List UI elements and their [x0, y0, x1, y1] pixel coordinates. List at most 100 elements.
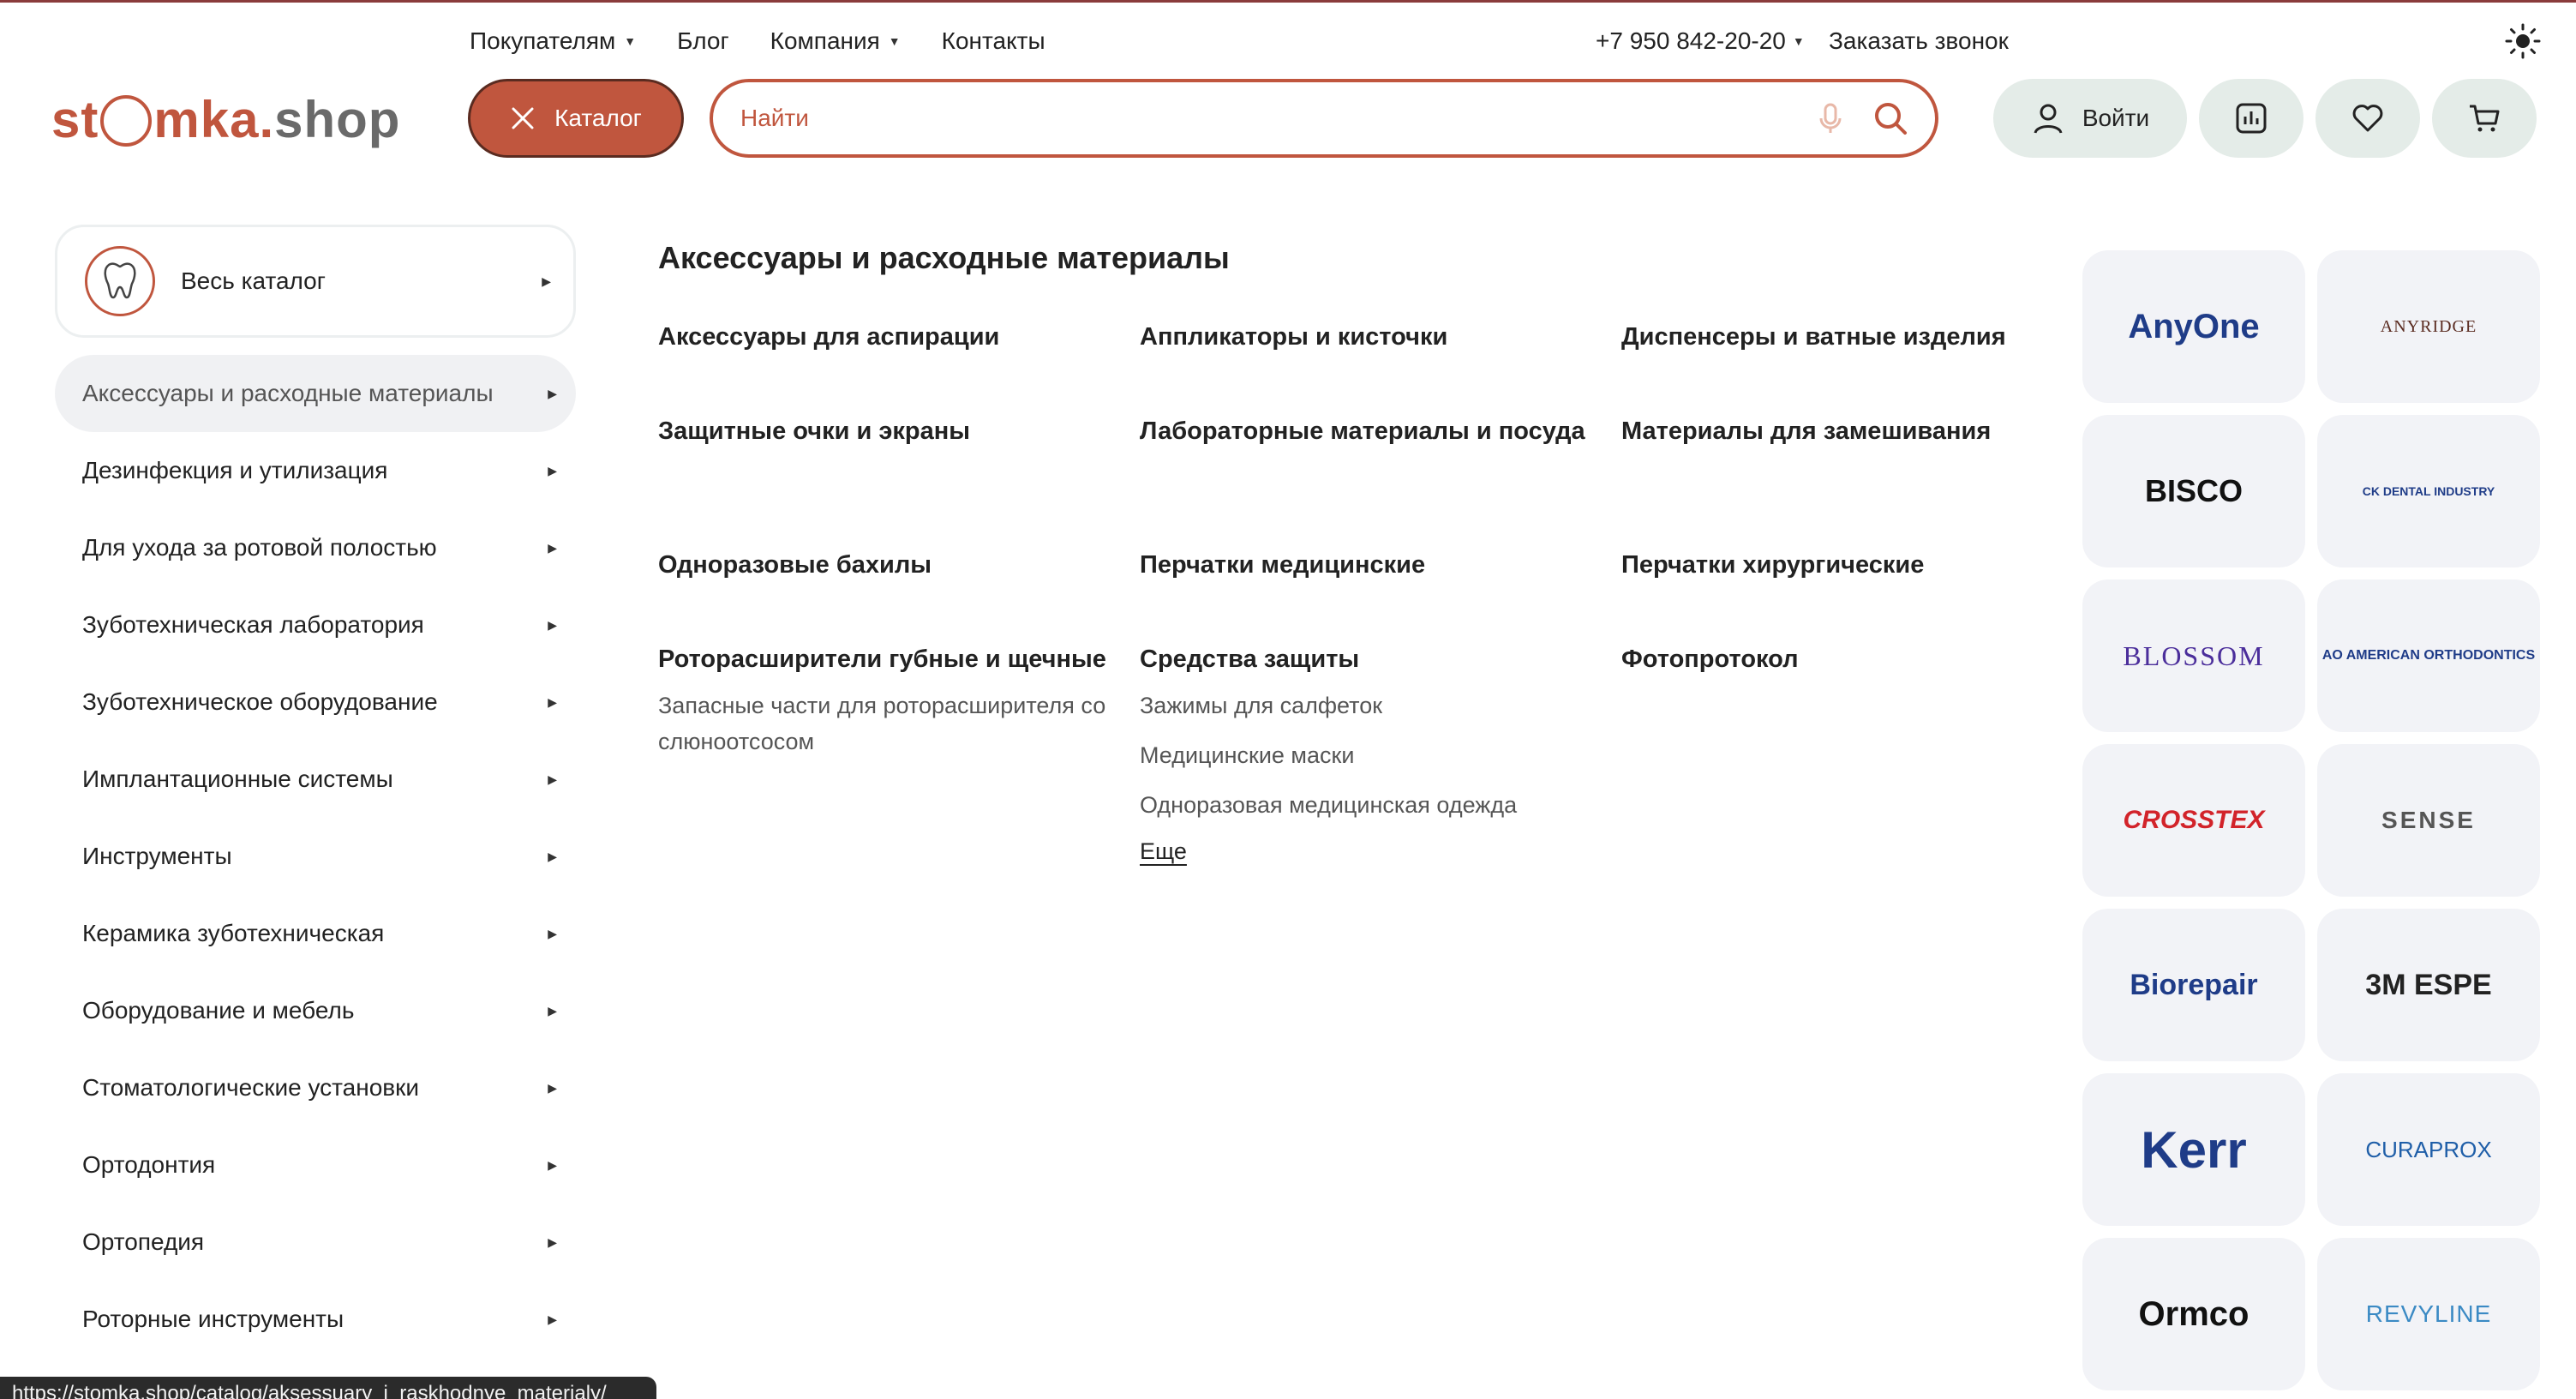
chevron-right-icon: ▶	[548, 1157, 557, 1172]
brand-card-kerr[interactable]: Kerr	[2082, 1073, 2305, 1226]
sidebar-item-label: Дезинфекция и утилизация	[82, 457, 388, 483]
brand-logo: REVYLINE	[2365, 1300, 2492, 1327]
sidebar-item-dental-lab[interactable]: Зуботехническая лаборатория ▶	[55, 586, 576, 663]
brand-card-ormco[interactable]: Ormco	[2082, 1238, 2305, 1390]
sidebar-item-orthodontics[interactable]: Ортодонтия ▶	[55, 1126, 576, 1204]
logo-text-mid: mka.	[153, 90, 275, 148]
site-logo[interactable]: st mka. shop	[51, 82, 400, 156]
chevron-right-icon: ▶	[548, 926, 557, 940]
show-more-link[interactable]: Еще	[1140, 838, 1187, 865]
heart-icon	[2352, 105, 2383, 132]
brand-card-ck-dental[interactable]: CK DENTAL INDUSTRY	[2317, 415, 2540, 567]
sub-subcategory-link[interactable]: Зажимы для салфеток	[1140, 687, 1596, 724]
sub-subcategory-link[interactable]: Медицинские маски	[1140, 737, 1596, 773]
subcategory-cell: Фотопротокол	[1621, 639, 2046, 865]
login-button[interactable]: Войти	[1993, 79, 2187, 158]
nav-item-buyers[interactable]: Покупателям ▼	[470, 24, 636, 58]
all-catalog-label: Весь каталог	[181, 267, 326, 294]
subcategory-link[interactable]: Аппликаторы и кисточки	[1140, 317, 1596, 357]
sidebar-item-label: Ортодонтия	[82, 1151, 216, 1178]
sun-icon[interactable]	[2504, 22, 2542, 60]
brand-logo: BISCO	[2144, 473, 2243, 508]
all-catalog-button[interactable]: Весь каталог ▶	[55, 225, 576, 338]
subcategory-link[interactable]: Перчатки хирургические	[1621, 545, 2021, 585]
sidebar-item-disinfection[interactable]: Дезинфекция и утилизация ▶	[55, 432, 576, 509]
brand-card-sense[interactable]: SENSE	[2317, 744, 2540, 897]
sidebar-item-instruments[interactable]: Инструменты ▶	[55, 818, 576, 895]
cart-button[interactable]	[2432, 79, 2537, 158]
brand-card-revyline[interactable]: REVYLINE	[2317, 1238, 2540, 1390]
chevron-right-icon: ▶	[542, 273, 551, 288]
sidebar-item-label: Роторные инструменты	[82, 1306, 344, 1332]
sidebar-item-oral-care[interactable]: Для ухода за ротовой полостью ▶	[55, 509, 576, 586]
brand-card-blossom[interactable]: BLOSSOM	[2082, 579, 2305, 732]
sidebar-item-label: Оборудование и мебель	[82, 997, 355, 1024]
sidebar-item-label: Керамика зуботехническая	[82, 920, 385, 946]
subcategory-cell: Аппликаторы и кисточки	[1140, 317, 1621, 411]
chevron-right-icon: ▶	[548, 694, 557, 709]
search-input[interactable]	[740, 105, 1789, 132]
subcategory-link[interactable]: Средства защиты	[1140, 639, 1596, 679]
subcategory-link[interactable]: Защитные очки и экраны	[658, 411, 1114, 451]
favorites-button[interactable]	[2315, 79, 2420, 158]
subcategory-cell: Защитные очки и экраны	[658, 411, 1140, 545]
nav-label: Блог	[677, 27, 729, 54]
brand-card-anyone[interactable]: AnyOne	[2082, 250, 2305, 403]
sidebar-item-label: Стоматологические установки	[82, 1074, 420, 1101]
nav-label: Компания	[770, 27, 880, 54]
sidebar-item-label: Имплантационные системы	[82, 766, 393, 792]
chevron-right-icon: ▶	[548, 772, 557, 786]
brand-card-bisco[interactable]: BISCO	[2082, 415, 2305, 567]
logo-text-start: st	[51, 90, 99, 148]
chevron-right-icon: ▶	[548, 1234, 557, 1249]
catalog-button[interactable]: Каталог	[468, 79, 684, 158]
sub-subcategory-link[interactable]: Запасные части для роторасширителя со сл…	[658, 687, 1114, 760]
sidebar-item-label: Зуботехническая лаборатория	[82, 611, 424, 638]
caret-down-icon: ▼	[888, 34, 901, 48]
callback-link[interactable]: Заказать звонок	[1829, 24, 2009, 58]
sidebar-item-label: Зуботехническое оборудование	[82, 688, 438, 715]
microphone-icon[interactable]	[1812, 99, 1849, 137]
subcategory-cell: Одноразовые бахилы	[658, 545, 1140, 639]
login-label: Войти	[2082, 105, 2150, 131]
subcategory-cell: Материалы для замешивания	[1621, 411, 2046, 545]
search-icon[interactable]	[1872, 99, 1909, 137]
brand-card-crosstex[interactable]: CROSSTEX	[2082, 744, 2305, 897]
brand-card-american-orthodontics[interactable]: AO AMERICAN ORTHODONTICS	[2317, 579, 2540, 732]
brand-logo: BLOSSOM	[2123, 639, 2265, 671]
sub-subcategory-link[interactable]: Одноразовая медицинская одежда	[1140, 787, 1596, 823]
subcategory-link[interactable]: Одноразовые бахилы	[658, 545, 1114, 585]
sidebar-item-ceramics[interactable]: Керамика зуботехническая ▶	[55, 895, 576, 972]
subcategory-link[interactable]: Лабораторные материалы и посуда	[1140, 411, 1596, 451]
subcategory-link[interactable]: Аксессуары для аспирации	[658, 317, 1114, 357]
sidebar-item-rotary-instruments[interactable]: Роторные инструменты ▶	[55, 1281, 576, 1358]
sidebar-item-orthopedics[interactable]: Ортопедия ▶	[55, 1204, 576, 1281]
subcategory-cell: Лабораторные материалы и посуда	[1140, 411, 1621, 545]
brand-logo: SENSE	[2381, 807, 2476, 833]
subcategory-link[interactable]: Материалы для замешивания	[1621, 411, 2021, 451]
nav-item-contacts[interactable]: Контакты	[942, 24, 1045, 58]
subcategory-link[interactable]: Диспенсеры и ватные изделия	[1621, 317, 2021, 357]
brand-card-anyridge[interactable]: ANYRIDGE	[2317, 250, 2540, 403]
sidebar-item-accessories[interactable]: Аксессуары и расходные материалы ▶	[55, 355, 576, 432]
subcategory-link[interactable]: Перчатки медицинские	[1140, 545, 1596, 585]
search-bar	[710, 79, 1938, 158]
phone-dropdown[interactable]: +7 950 842-20-20 ▼	[1596, 24, 1805, 58]
chevron-right-icon: ▶	[548, 463, 557, 477]
sidebar-item-dental-units[interactable]: Стоматологические установки ▶	[55, 1049, 576, 1126]
sidebar-item-implant-systems[interactable]: Имплантационные системы ▶	[55, 741, 576, 818]
compare-button[interactable]	[2199, 79, 2303, 158]
nav-label: Контакты	[941, 27, 1045, 54]
page-title: Аксессуары и расходные материалы	[658, 240, 1230, 275]
brand-card-3m-espe[interactable]: 3M ESPE	[2317, 909, 2540, 1061]
sidebar-item-equipment-furniture[interactable]: Оборудование и мебель ▶	[55, 972, 576, 1049]
user-icon	[2034, 104, 2063, 134]
sidebar-item-dental-lab-equipment[interactable]: Зуботехническое оборудование ▶	[55, 663, 576, 741]
brand-card-curaprox[interactable]: CURAPROX	[2317, 1073, 2540, 1226]
nav-item-blog[interactable]: Блог	[677, 24, 729, 58]
brand-card-biorepair[interactable]: Biorepair	[2082, 909, 2305, 1061]
nav-item-company[interactable]: Компания ▼	[770, 24, 901, 58]
top-accent-line	[0, 0, 2576, 3]
subcategory-link[interactable]: Роторасширители губные и щечные	[658, 639, 1114, 679]
subcategory-link[interactable]: Фотопротокол	[1621, 639, 2021, 679]
